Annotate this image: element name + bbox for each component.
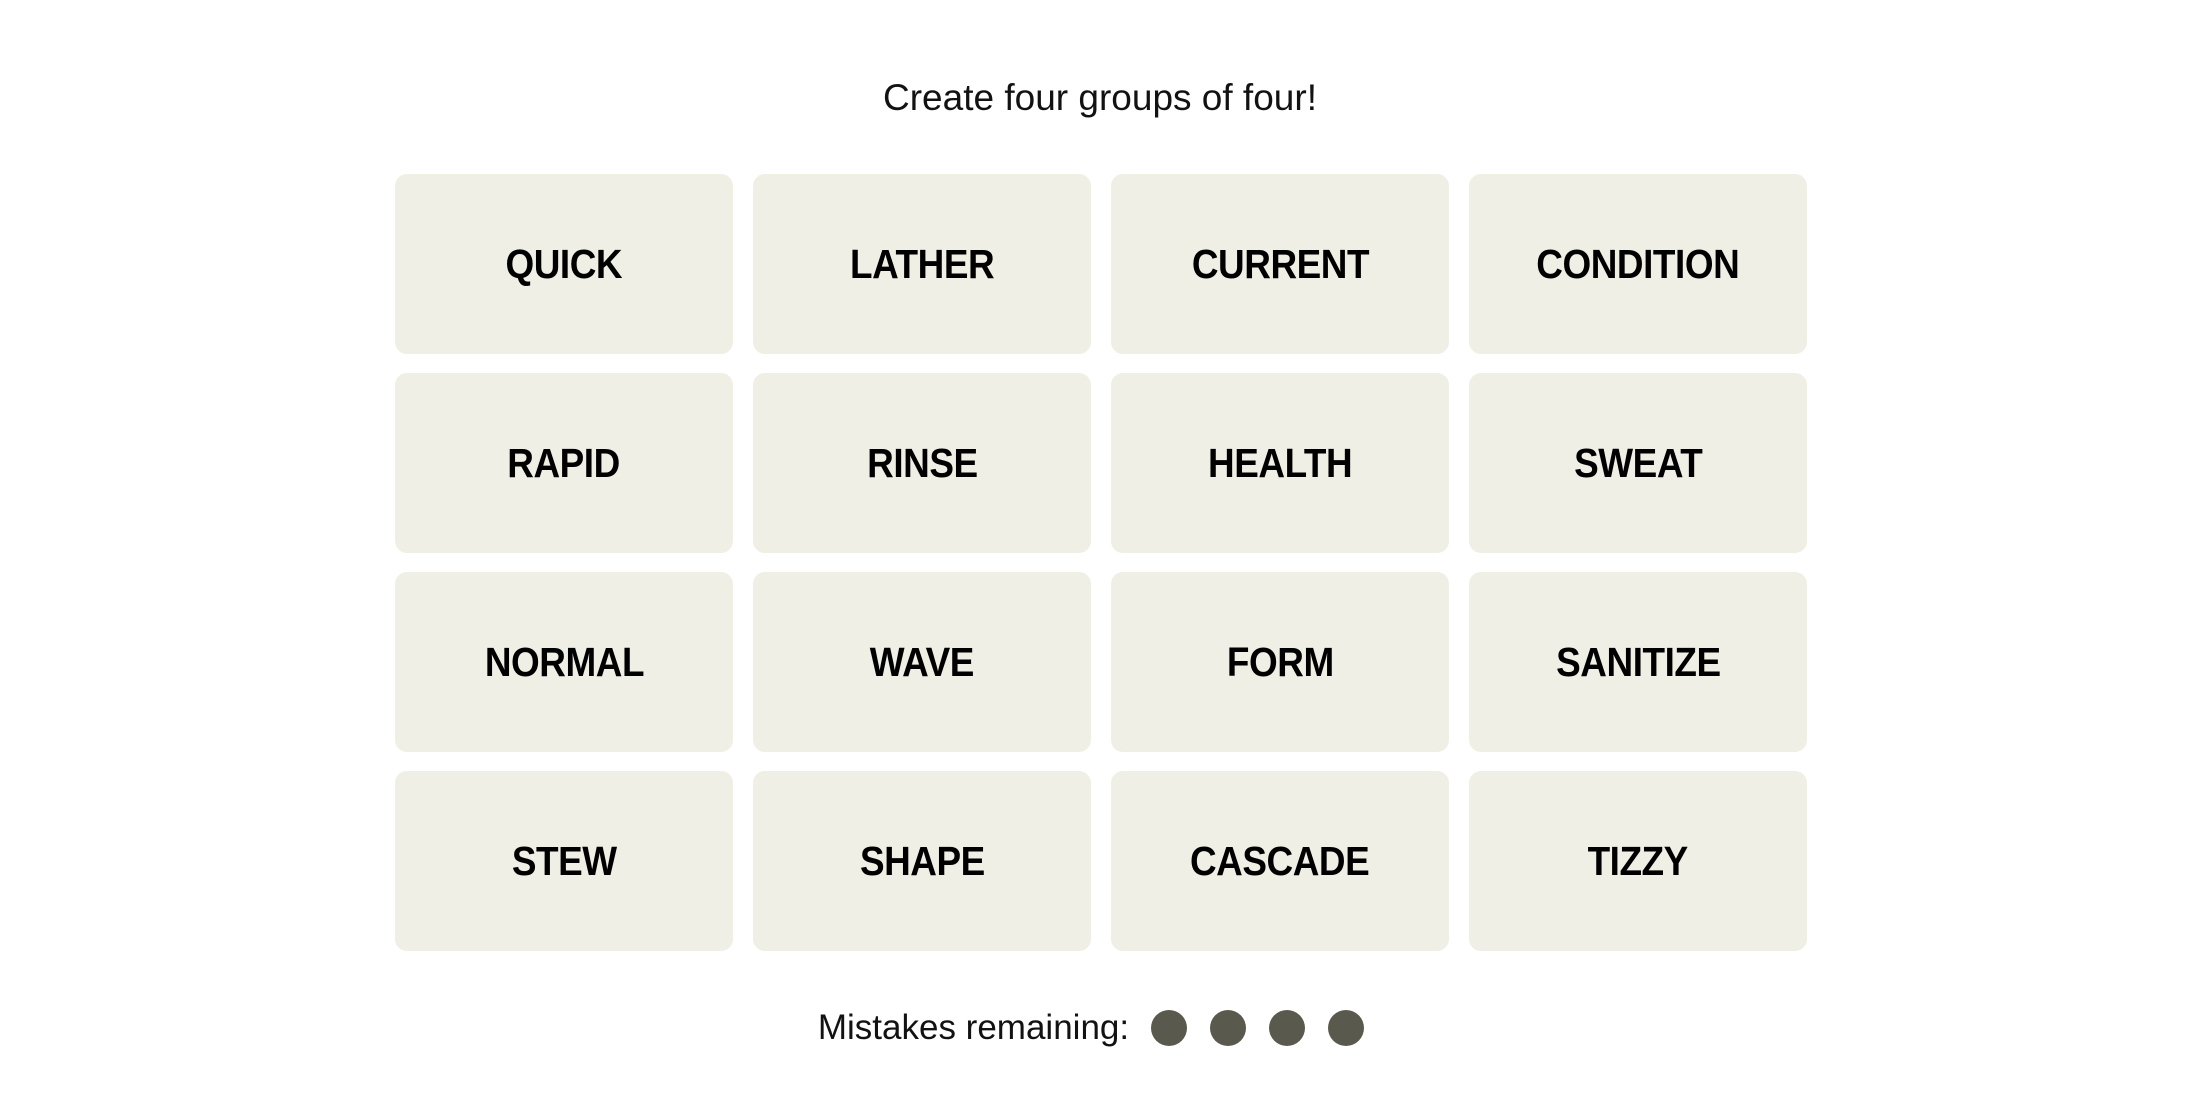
word-tile-label: RINSE <box>866 439 978 486</box>
word-tile-label: NORMAL <box>484 638 644 685</box>
word-tile-label: LATHER <box>849 240 995 287</box>
mistake-dot-icon <box>1328 1010 1365 1046</box>
mistake-dot-icon <box>1210 1010 1247 1046</box>
word-tile[interactable]: LATHER <box>753 174 1091 354</box>
word-tile-label: CONDITION <box>1536 240 1740 287</box>
word-tile-label: QUICK <box>505 240 623 287</box>
word-tile[interactable]: CASCADE <box>1111 771 1449 951</box>
word-grid: QUICK LATHER CURRENT CONDITION RAPID RIN… <box>395 174 1809 951</box>
word-tile[interactable]: QUICK <box>395 174 733 354</box>
word-tile-label: WAVE <box>869 638 975 685</box>
word-tile[interactable]: WAVE <box>753 572 1091 752</box>
word-tile[interactable]: NORMAL <box>395 572 733 752</box>
instructions-subtitle: Create four groups of four! <box>883 77 1317 118</box>
word-tile[interactable]: RAPID <box>395 373 733 553</box>
mistakes-remaining: Mistakes remaining: <box>0 1000 2200 1056</box>
mistake-dot-icon <box>1269 1010 1306 1046</box>
word-tile[interactable]: CONDITION <box>1469 174 1807 354</box>
word-tile[interactable]: TIZZY <box>1469 771 1807 951</box>
word-tile-label: CASCADE <box>1190 837 1370 884</box>
word-tile[interactable]: STEW <box>395 771 733 951</box>
word-tile[interactable]: FORM <box>1111 572 1449 752</box>
word-tile[interactable]: SANITIZE <box>1469 572 1807 752</box>
word-tile-label: SWEAT <box>1573 439 1703 486</box>
word-tile-label: HEALTH <box>1207 439 1353 486</box>
mistake-dots <box>1151 1010 1365 1046</box>
word-tile[interactable]: CURRENT <box>1111 174 1449 354</box>
word-tile-label: FORM <box>1226 638 1334 685</box>
word-tile-label: CURRENT <box>1191 240 1369 287</box>
word-tile[interactable]: SWEAT <box>1469 373 1807 553</box>
word-tile[interactable]: SHAPE <box>753 771 1091 951</box>
word-tile-label: STEW <box>511 837 617 884</box>
word-tile-label: SANITIZE <box>1555 638 1721 685</box>
word-tile-label: TIZZY <box>1587 837 1689 884</box>
mistakes-remaining-label: Mistakes remaining: <box>817 1008 1130 1047</box>
word-tile-label: RAPID <box>507 439 621 486</box>
word-tile[interactable]: HEALTH <box>1111 373 1449 553</box>
mistake-dot-icon <box>1151 1010 1188 1046</box>
word-tile[interactable]: RINSE <box>753 373 1091 553</box>
word-tile-label: SHAPE <box>859 837 985 884</box>
